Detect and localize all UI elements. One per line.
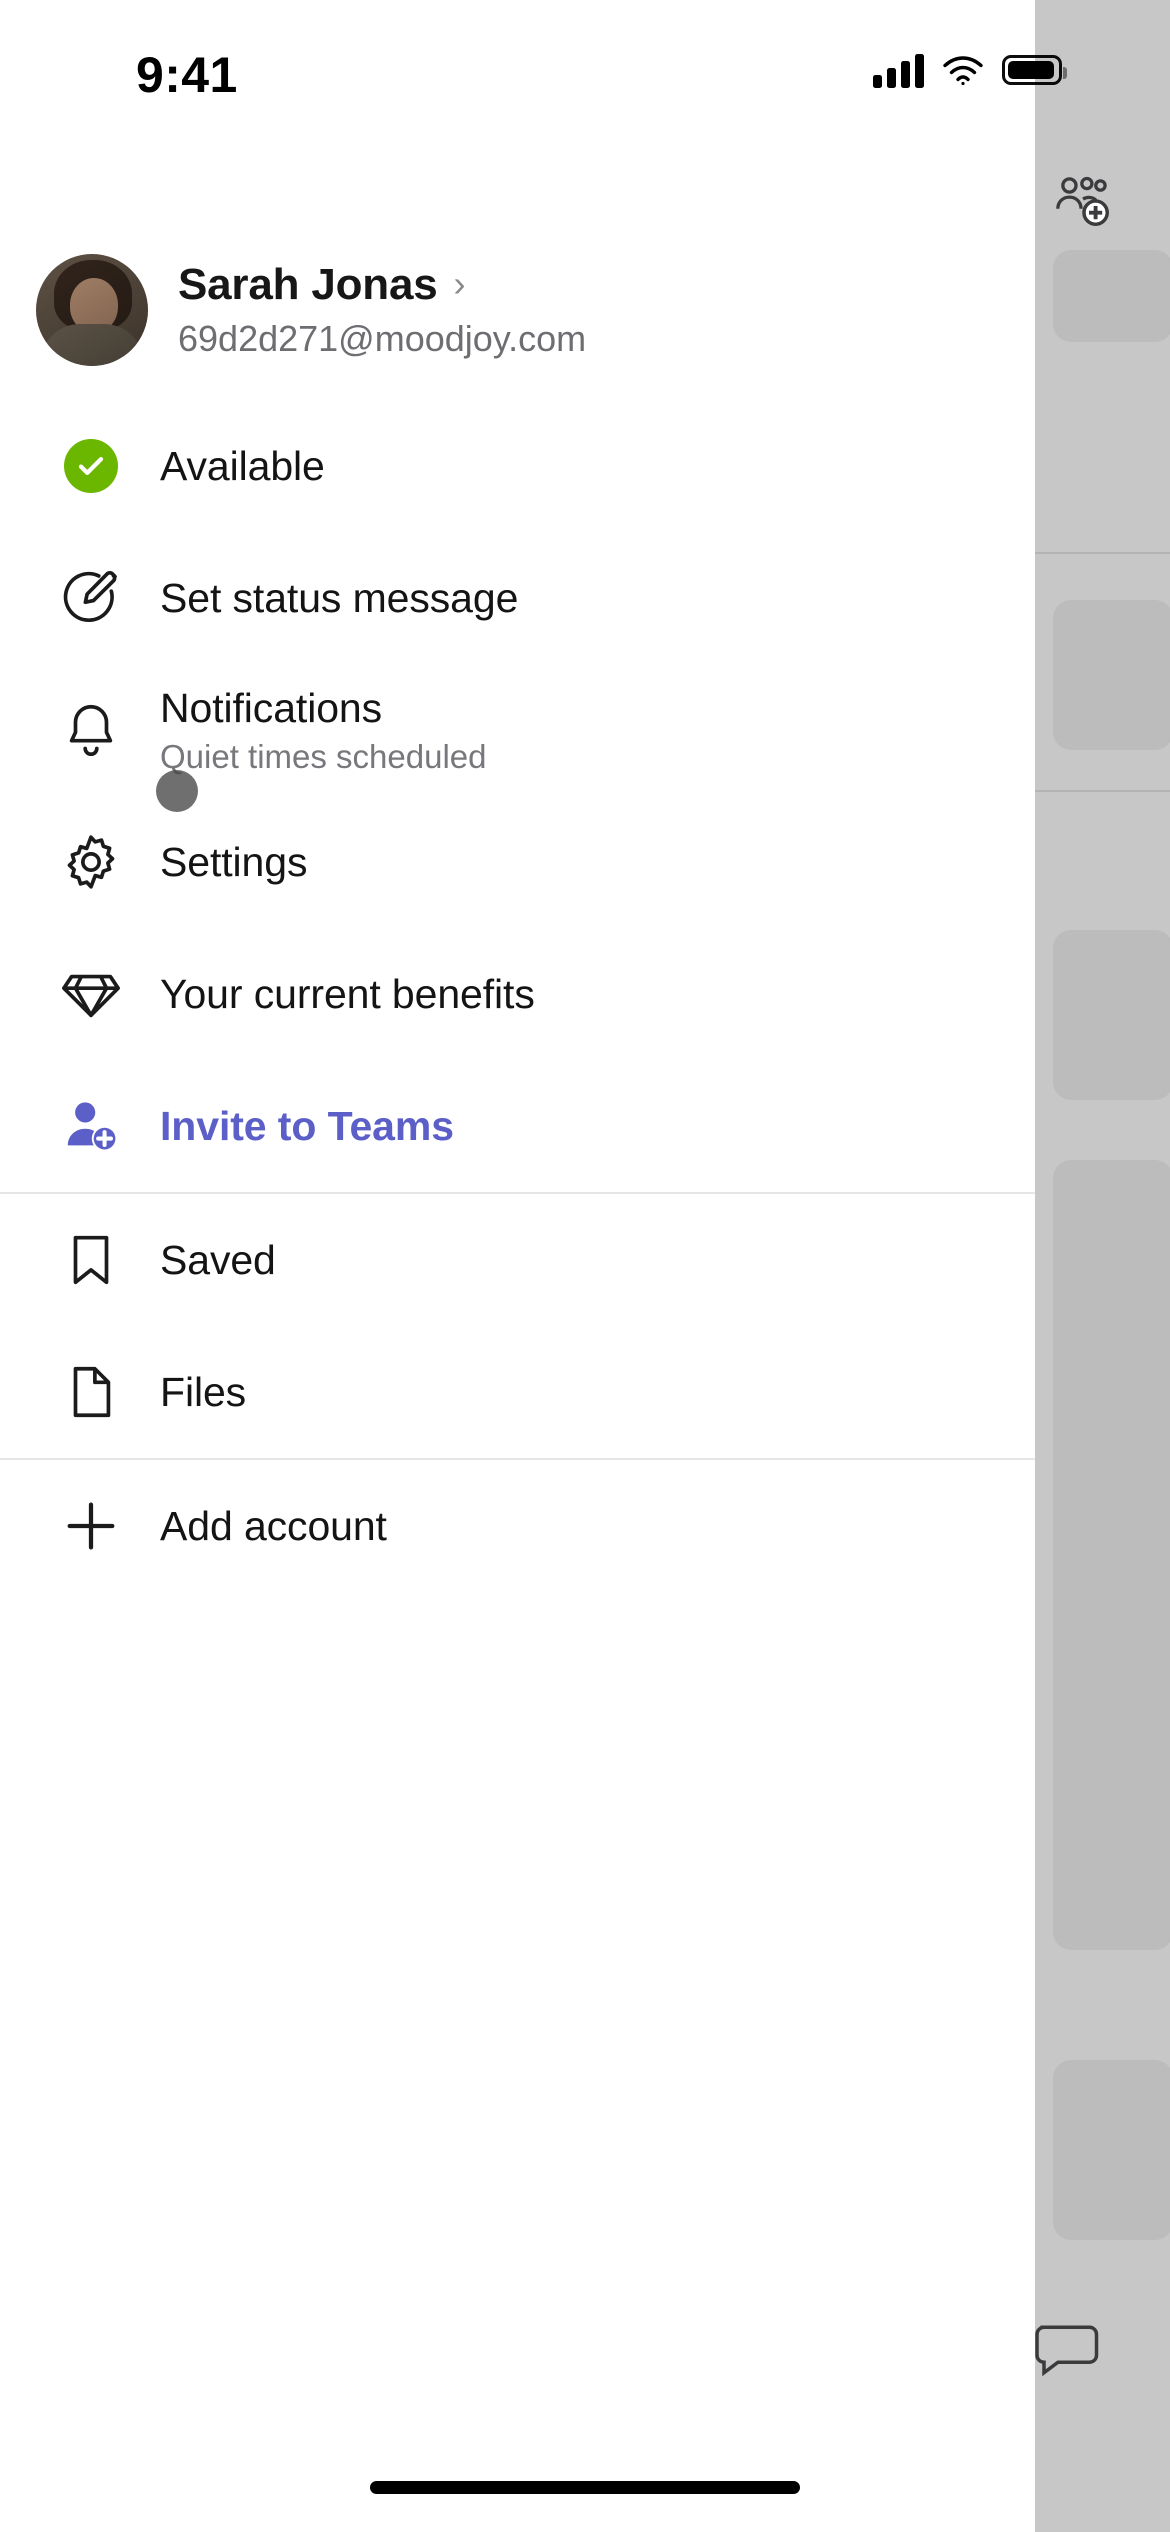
chevron-right-icon[interactable]: › [453,266,465,302]
chat-bubble-icon [1035,2325,1099,2377]
touch-cursor-indicator [156,770,198,812]
menu-item-label: Settings [160,838,308,885]
menu-item-notifications[interactable]: Notifications Quiet times scheduled [0,664,1035,796]
profile-header[interactable]: Sarah Jonas › 69d2d271@moodjoy.com [0,240,1035,380]
available-check-icon [60,435,122,497]
bg-divider [1035,790,1170,792]
people-add-icon[interactable] [1052,170,1114,232]
menu-item-label: Notifications [160,684,383,731]
bg-list-card-3 [1053,1160,1170,1950]
menu-item-sublabel: Quiet times scheduled [160,737,487,775]
menu-item-label: Invite to Teams [160,1102,454,1149]
menu-item-label: Saved [160,1236,276,1283]
person-add-icon [60,1095,122,1157]
bg-list-card-1 [1053,600,1170,750]
menu-item-saved[interactable]: Saved [0,1194,1035,1326]
bookmark-icon [60,1229,122,1291]
home-indicator [370,2481,800,2494]
menu-item-label: Add account [160,1502,387,1549]
pencil-circle-icon [60,567,122,629]
profile-name: Sarah Jonas [178,260,438,309]
plus-icon [60,1495,122,1557]
menu-item-label: Your current benefits [160,970,535,1017]
menu-item-label: Files [160,1368,247,1415]
bg-list-card-4 [1053,2060,1170,2240]
menu-item-add-account[interactable]: Add account [0,1460,1035,1592]
menu-item-settings[interactable]: Settings [0,796,1035,928]
bg-list-card-2 [1053,930,1170,1100]
menu-item-invite-to-teams[interactable]: Invite to Teams [0,1060,1035,1192]
bell-icon [60,699,122,761]
bg-search-field [1053,250,1170,342]
file-icon [60,1361,122,1423]
menu-list: Available Set status message Notificatio… [0,400,1035,1592]
bg-divider [1035,552,1170,554]
menu-item-files[interactable]: Files [0,1326,1035,1458]
menu-item-available[interactable]: Available [0,400,1035,532]
profile-email: 69d2d271@moodjoy.com [178,318,587,359]
gear-icon [60,831,122,893]
menu-item-label: Available [160,442,325,489]
account-drawer: Sarah Jonas › 69d2d271@moodjoy.com Avail… [0,0,1035,2532]
menu-item-your-current-benefits[interactable]: Your current benefits [0,928,1035,1060]
menu-item-set-status-message[interactable]: Set status message [0,532,1035,664]
diamond-icon [60,963,122,1025]
avatar[interactable] [36,254,148,366]
menu-item-label: Set status message [160,574,519,621]
